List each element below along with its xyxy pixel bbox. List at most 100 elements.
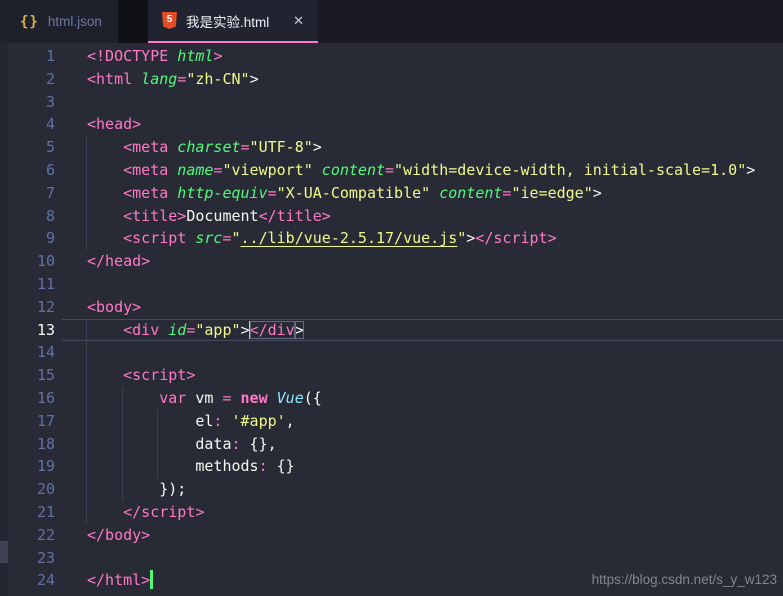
line-number: 13: [0, 319, 55, 342]
code-line: 20});: [0, 478, 783, 501]
code-token: =: [177, 70, 186, 88]
line-number: 14: [0, 341, 55, 364]
green-caret: [150, 570, 153, 589]
indent-guide: [86, 136, 87, 159]
code-line-content: <meta http-equiv="X-UA-Compatible" conte…: [87, 182, 602, 205]
code-line: 21</script>: [0, 501, 783, 524]
indent-guide: [122, 410, 123, 433]
code-line: 6<meta name="viewport" content="width=de…: [0, 159, 783, 182]
tab-label: html.json: [48, 14, 102, 29]
json-braces-icon: {}: [20, 14, 39, 30]
code-token: vm: [186, 389, 222, 407]
code-token: =: [385, 161, 394, 179]
indent-guide: [86, 478, 87, 501]
indent-guide: [86, 410, 87, 433]
code-line-content: el: '#app',: [87, 410, 295, 433]
code-line: 1 <!DOCTYPE html>: [0, 45, 783, 68]
code-token: =: [241, 138, 250, 156]
code-token: "UTF-8": [250, 138, 313, 156]
code-lines: 1<!DOCTYPE html>2<html lang="zh-CN">34<h…: [0, 45, 783, 592]
code-line: 10 </head>: [0, 250, 783, 273]
code-token: Vue: [277, 389, 304, 407]
code-token: "viewport": [222, 161, 312, 179]
code-line: 5<meta charset="UTF-8">: [0, 136, 783, 159]
line-number: 15: [0, 364, 55, 387]
code-token: <title>: [123, 207, 186, 225]
line-number: 7: [0, 182, 55, 205]
code-token: "X-UA-Compatible": [277, 184, 431, 202]
code-token: html: [168, 47, 213, 65]
code-editor[interactable]: 1<!DOCTYPE html>2<html lang="zh-CN">34<h…: [0, 43, 783, 596]
code-line-content: var vm = new Vue({: [87, 387, 322, 410]
code-token: "app": [195, 321, 240, 339]
code-token: <body>: [87, 298, 141, 316]
code-line: 18 data: {},: [0, 433, 783, 456]
code-token: data: [195, 435, 231, 453]
line-number: 18: [0, 433, 55, 456]
code-line: 8 <title>Document</title>: [0, 205, 783, 228]
code-line: 16 var vm = new Vue({: [0, 387, 783, 410]
code-token: </body>: [87, 526, 150, 544]
code-token: "width=device-width, initial-scale=1.0": [394, 161, 746, 179]
indent-guide: [86, 455, 87, 478]
code-token: >: [466, 229, 475, 247]
code-token: var: [159, 389, 186, 407]
code-token: >: [213, 47, 222, 65]
code-line: 2 <html lang="zh-CN">: [0, 68, 783, 91]
code-token: src: [186, 229, 222, 247]
line-number: 20: [0, 478, 55, 501]
line-number: 6: [0, 159, 55, 182]
code-token: methods: [195, 457, 258, 475]
code-token: ": [457, 229, 466, 247]
line-number: 10: [0, 250, 55, 273]
indent-guide: [122, 387, 123, 410]
code-token: content: [430, 184, 502, 202]
code-token: :: [231, 435, 240, 453]
code-token: ../lib/vue-2.5.17/vue.js: [241, 229, 458, 247]
code-line-content: </html>: [87, 569, 153, 592]
close-icon[interactable]: ✕: [289, 11, 308, 31]
line-number: 5: [0, 136, 55, 159]
code-token: </head>: [87, 252, 150, 270]
line-number: 16: [0, 387, 55, 410]
code-token: =: [268, 184, 277, 202]
indent-guide: [122, 433, 123, 456]
code-line-content: <title>Document</title>: [87, 205, 331, 228]
html5-icon: 5: [162, 12, 177, 29]
line-number: 2: [0, 68, 55, 91]
tab-active-experiment-html[interactable]: 5 我是实验.html ✕: [148, 0, 318, 43]
code-token: lang: [132, 70, 177, 88]
tab-html-json[interactable]: {} html.json: [0, 0, 118, 43]
code-token: >: [250, 70, 259, 88]
code-token: <div: [123, 321, 159, 339]
code-token: Document: [186, 207, 258, 225]
code-line: 17el: '#app',: [0, 410, 783, 433]
code-token: new: [241, 389, 268, 407]
code-token: <meta: [123, 138, 168, 156]
code-token: </div: [250, 321, 295, 339]
code-token: ,: [286, 412, 295, 430]
code-token: <meta: [123, 184, 168, 202]
code-line-content: </script>: [87, 501, 204, 524]
indent-guide: [86, 341, 87, 364]
code-line-content: <script>: [87, 364, 195, 387]
code-token: <!DOCTYPE: [87, 47, 168, 65]
code-line: 14: [0, 341, 783, 364]
line-number: 8: [0, 205, 55, 228]
code-token: :: [259, 457, 268, 475]
code-token: <meta: [123, 161, 168, 179]
code-line-content: <meta name="viewport" content="width=dev…: [87, 159, 755, 182]
code-line-content: <script src="../lib/vue-2.5.17/vue.js"><…: [87, 227, 557, 250]
code-line-content: <html lang="zh-CN">: [87, 68, 259, 91]
line-number: 22: [0, 524, 55, 547]
code-token: >: [295, 321, 304, 339]
tab-bar-gap: [118, 0, 148, 43]
indent-guide: [157, 410, 158, 433]
line-number: 1: [0, 45, 55, 68]
code-line: 3: [0, 91, 783, 114]
indent-guide: [86, 319, 87, 342]
indent-guide: [122, 455, 123, 478]
code-token: ": [231, 229, 240, 247]
code-token: {},: [241, 435, 277, 453]
line-number: 4: [0, 113, 55, 136]
